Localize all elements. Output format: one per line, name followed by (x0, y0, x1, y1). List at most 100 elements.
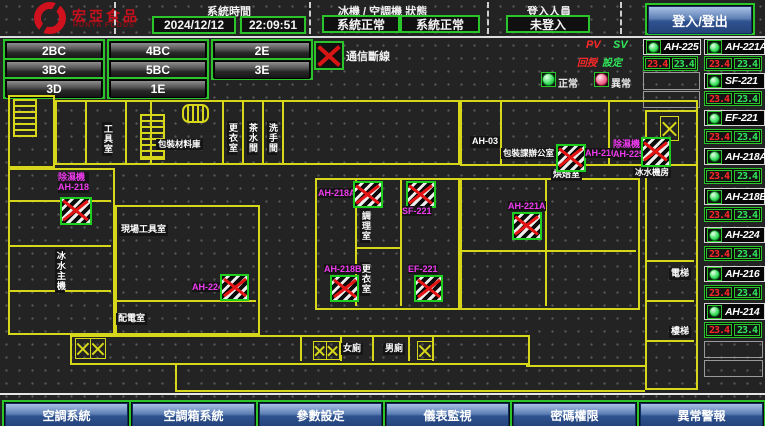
device-fault-icon[interactable] (353, 181, 383, 208)
system-time-value: 22:09:51 (240, 16, 306, 34)
header-separator (487, 2, 489, 34)
room-label: 配電室 (116, 313, 147, 325)
footer-button-meter-monitor[interactable]: 儀表監視 (383, 400, 512, 426)
unit-row-ah-218b[interactable]: AH-218B (704, 188, 765, 205)
device-tag: AH-224 (192, 282, 223, 292)
zone-button-1e[interactable]: 1E (107, 77, 209, 99)
footer-button-ahu-system[interactable]: 空調箱系統 (129, 400, 258, 426)
login-logout-button[interactable]: 登入/登出 (645, 3, 755, 35)
unit-values-ah-221a: 23.423.4 (704, 56, 762, 71)
unit-row-ah-225[interactable]: AH-225 (643, 39, 701, 55)
unit-led (648, 42, 659, 53)
unit-led (709, 191, 720, 202)
login-person-value: 未登入 (506, 15, 590, 33)
sv-subheader: 設定 (602, 54, 622, 69)
room-label: 工具室 (102, 122, 112, 156)
unit-row-ah-216[interactable]: AH-216 (704, 266, 765, 282)
device-tag: EF-221 (408, 264, 438, 274)
device-fault-icon[interactable] (330, 275, 359, 302)
footer-button-password-auth[interactable]: 密碼權限 (510, 400, 639, 426)
room-label: 女廁 (341, 343, 363, 355)
unit-led (709, 42, 720, 53)
legend-normal-label: 正常 (558, 75, 578, 90)
empty-slot (643, 72, 700, 90)
header-bar: 宏亞食品 HUNYA FOODS 系統時間 2024/12/12 22:09:5… (0, 0, 765, 38)
unit-values-sf-221: 23.423.4 (704, 91, 762, 106)
unit-row-sf-221[interactable]: SF-221 (704, 73, 765, 89)
unit-values-ef-221: 23.423.4 (704, 129, 762, 144)
pv-subheader: 回授 (577, 54, 597, 69)
room-label: 更衣室 (227, 121, 237, 155)
device-fault-icon[interactable] (406, 181, 436, 208)
device-tag: AH-216 (585, 148, 616, 158)
legend-abnormal-label: 異常 (611, 75, 631, 90)
room-label: 冰水主機 (55, 249, 65, 293)
zone-button-3e[interactable]: 3E (211, 58, 313, 80)
device-tag: 除濕機AH-225 (613, 139, 644, 160)
room-label: 包裝課辦公室 (501, 148, 556, 159)
unit-led (709, 306, 720, 317)
chiller-status-value: 系統正常 (322, 15, 400, 33)
comm-loss-label: 通信斷線 (346, 48, 390, 64)
device-fault-icon[interactable] (641, 137, 671, 167)
device-fault-icon[interactable] (414, 275, 443, 302)
footer-button-hvac-system[interactable]: 空調系統 (2, 400, 131, 426)
unit-row-ah-214[interactable]: AH-214 (704, 303, 765, 320)
comm-loss-icon (314, 41, 344, 70)
device-fault-icon[interactable] (60, 197, 92, 225)
room-label: 冰水機房 (633, 167, 671, 178)
unit-row-ah-218a[interactable]: AH-218A (704, 148, 765, 165)
unit-values-ah-214: 23.423.4 (704, 322, 762, 338)
unit-led (709, 76, 720, 87)
unit-values-ah-218a: 23.423.4 (704, 168, 762, 184)
unit-led (709, 230, 720, 241)
device-tag: AH-221A (508, 201, 546, 211)
stairs-icon (140, 114, 165, 160)
pv-header: PV (586, 39, 601, 51)
stairs-icon (13, 99, 37, 137)
header-separator (620, 2, 622, 34)
system-date-value: 2024/12/12 (152, 16, 236, 34)
room-label: 洗手間 (267, 121, 277, 155)
empty-slot (704, 360, 763, 377)
device-tag: AH-218B (324, 264, 362, 274)
unit-led (709, 269, 720, 280)
logo-subtitle: HUNYA FOODS (73, 22, 135, 29)
footer-button-parameters[interactable]: 參數設定 (256, 400, 385, 426)
room-label: AH-03 (470, 136, 500, 148)
empty-slot (704, 341, 763, 358)
sv-header: SV (613, 39, 628, 51)
ahu-status-value: 系統正常 (400, 15, 480, 33)
header-separator (309, 2, 311, 34)
device-fault-icon[interactable] (220, 274, 249, 301)
room-label: 茶水間 (247, 121, 257, 155)
footer-button-alarm[interactable]: 異常警報 (637, 400, 765, 426)
footer-divider (0, 393, 765, 395)
legend-normal-icon (541, 72, 556, 87)
unit-values-ah-225: 23.423.4 (643, 56, 698, 71)
device-tag: AH-218A (318, 188, 356, 198)
device-fault-icon[interactable] (512, 212, 542, 240)
device-fault-icon[interactable] (556, 144, 586, 172)
door-x-icon (90, 338, 106, 359)
unit-row-ah-224[interactable]: AH-224 (704, 227, 765, 243)
room-label: 調理室 (360, 209, 370, 243)
device-tag: SF-221 (402, 206, 432, 216)
room-label: 電梯 (669, 268, 691, 280)
unit-values-ah-224: 23.423.4 (704, 246, 762, 261)
unit-row-ef-221[interactable]: EF-221 (704, 110, 765, 126)
unit-led (709, 113, 720, 124)
room-label: 現場工具室 (119, 224, 168, 236)
door-x-icon (326, 341, 340, 360)
device-tag: 除濕機AH-218 (58, 172, 89, 193)
unit-values-ah-216: 23.423.4 (704, 285, 762, 300)
unit-led (709, 151, 720, 162)
unit-values-ah-218b: 23.423.4 (704, 207, 762, 222)
room-label: 包裝材料庫 (156, 139, 203, 150)
legend-abnormal-icon (594, 72, 609, 87)
header-separator (114, 2, 116, 34)
unit-row-ah-221a[interactable]: AH-221A (704, 39, 765, 55)
fan-coil-icon (182, 104, 209, 123)
hmi-screen: 宏亞食品 HUNYA FOODS 系統時間 2024/12/12 22:09:5… (0, 0, 765, 426)
room-label: 男廁 (383, 343, 405, 355)
